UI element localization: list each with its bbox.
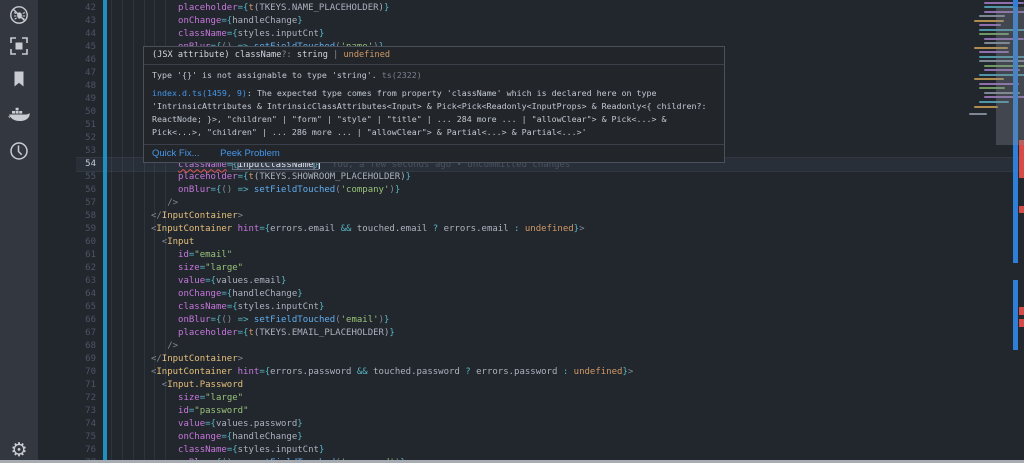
vscode-window: ⚙ 42placeholder={t(TKEYS.NAME_PLACEHOLDE… [0,0,1024,463]
line-number[interactable]: 73 [38,405,96,418]
hover-actions: Quick Fix... Peek Problem [144,144,724,162]
line-number[interactable]: 60 [38,236,96,249]
code-line-70[interactable]: 70<InputContainer hint={errors.password … [38,366,1024,379]
bookmark-icon[interactable] [0,66,38,92]
line-number[interactable]: 71 [38,379,96,392]
code-line-42[interactable]: 42placeholder={t(TKEYS.NAME_PLACEHOLDER)… [38,2,1024,15]
line-number[interactable]: 75 [38,431,96,444]
activity-bar: ⚙ [0,0,38,463]
code-line-73[interactable]: 73id="password" [38,405,1024,418]
code-line-66[interactable]: 66onBlur={() => setFieldTouched('email')… [38,314,1024,327]
hover-signature: (JSX attribute) className?: string | und… [144,47,724,65]
gear-glyph: ⚙ [10,441,27,460]
line-number[interactable]: 66 [38,314,96,327]
code-line-59[interactable]: 59<InputContainer hint={errors.email && … [38,223,1024,236]
hover-error-message: Type '{}' is not assignable to type 'str… [152,69,716,82]
line-number[interactable]: 68 [38,340,96,353]
docker-icon[interactable] [0,101,38,127]
code-line-69[interactable]: 69</InputContainer> [38,353,1024,366]
ruler-error-mark [1019,319,1024,327]
line-number[interactable]: 65 [38,301,96,314]
line-number[interactable]: 59 [38,223,96,236]
code-line-74[interactable]: 74value={values.password} [38,418,1024,431]
line-number[interactable]: 67 [38,327,96,340]
code-line-61[interactable]: 61id="email" [38,249,1024,262]
line-number[interactable]: 69 [38,353,96,366]
bottom-edge-bar [0,460,1024,463]
editor-pane[interactable]: 42placeholder={t(TKEYS.NAME_PLACEHOLDER)… [38,0,1024,463]
code-line-67[interactable]: 67placeholder={t(TKEYS.EMAIL_PLACEHOLDER… [38,327,1024,340]
line-number[interactable]: 43 [38,15,96,28]
code-line-57[interactable]: 57/> [38,197,1024,210]
line-number[interactable]: 56 [38,184,96,197]
line-number[interactable]: 64 [38,288,96,301]
code-line-56[interactable]: 56onBlur={() => setFieldTouched('company… [38,184,1024,197]
line-number[interactable]: 61 [38,249,96,262]
scrollbar-thumb[interactable] [996,7,1024,145]
line-number[interactable]: 54 [38,158,96,171]
code-line-58[interactable]: 58</InputContainer> [38,210,1024,223]
line-number[interactable]: 44 [38,28,96,41]
bug-disabled-icon[interactable] [0,2,38,28]
line-number[interactable]: 76 [38,444,96,457]
minimap-line [974,106,998,108]
clock-icon[interactable] [0,138,38,164]
ruler-modified-mark [1013,280,1018,350]
line-number[interactable]: 72 [38,392,96,405]
line-number[interactable]: 53 [38,145,96,158]
peek-problem-link[interactable]: Peek Problem [220,148,280,159]
code-line-64[interactable]: 64onChange={handleChange} [38,288,1024,301]
code-line-68[interactable]: 68/> [38,340,1024,353]
line-number[interactable]: 48 [38,80,96,93]
code-line-55[interactable]: 55placeholder={t(TKEYS.SHOWROOM_PLACEHOL… [38,171,1024,184]
line-number[interactable]: 62 [38,262,96,275]
code-line-76[interactable]: 76className={styles.inputCnt} [38,444,1024,457]
related-file-link[interactable]: index.d.ts(1459, 9) [152,88,247,98]
hover-error-code: ts(2322) [377,70,422,80]
code-line-71[interactable]: 71<Input.Password [38,379,1024,392]
code-line-75[interactable]: 75onChange={handleChange} [38,431,1024,444]
code-line-65[interactable]: 65className={styles.inputCnt} [38,301,1024,314]
quick-fix-link[interactable]: Quick Fix... [152,148,200,159]
line-number[interactable]: 70 [38,366,96,379]
line-number[interactable]: 74 [38,418,96,431]
code-line-62[interactable]: 62size="large" [38,262,1024,275]
code-line-63[interactable]: 63value={values.email} [38,275,1024,288]
line-number[interactable]: 57 [38,197,96,210]
line-number[interactable]: 42 [38,2,96,15]
line-number[interactable]: 50 [38,106,96,119]
code-line-60[interactable]: 60<Input [38,236,1024,249]
hover-related-info: index.d.ts(1459, 9): The expected type c… [152,87,716,139]
screenshot-frame-icon[interactable] [0,33,38,59]
error-hover-tooltip: (JSX attribute) className?: string | und… [143,46,725,163]
ruler-error-mark [1019,140,1024,178]
code-line-72[interactable]: 72size="large" [38,392,1024,405]
line-number[interactable]: 55 [38,171,96,184]
line-number[interactable]: 58 [38,210,96,223]
line-number[interactable]: 63 [38,275,96,288]
minimap-line [969,113,987,115]
line-number[interactable]: 52 [38,132,96,145]
ruler-error-mark [1019,307,1024,315]
line-number[interactable]: 46 [38,54,96,67]
line-number[interactable]: 51 [38,119,96,132]
line-number[interactable]: 45 [38,41,96,54]
code-line-44[interactable]: 44className={styles.inputCnt} [38,28,1024,41]
ruler-error-mark [1019,206,1024,213]
line-number[interactable]: 47 [38,67,96,80]
line-number[interactable]: 49 [38,93,96,106]
code-line-43[interactable]: 43onChange={handleChange} [38,15,1024,28]
